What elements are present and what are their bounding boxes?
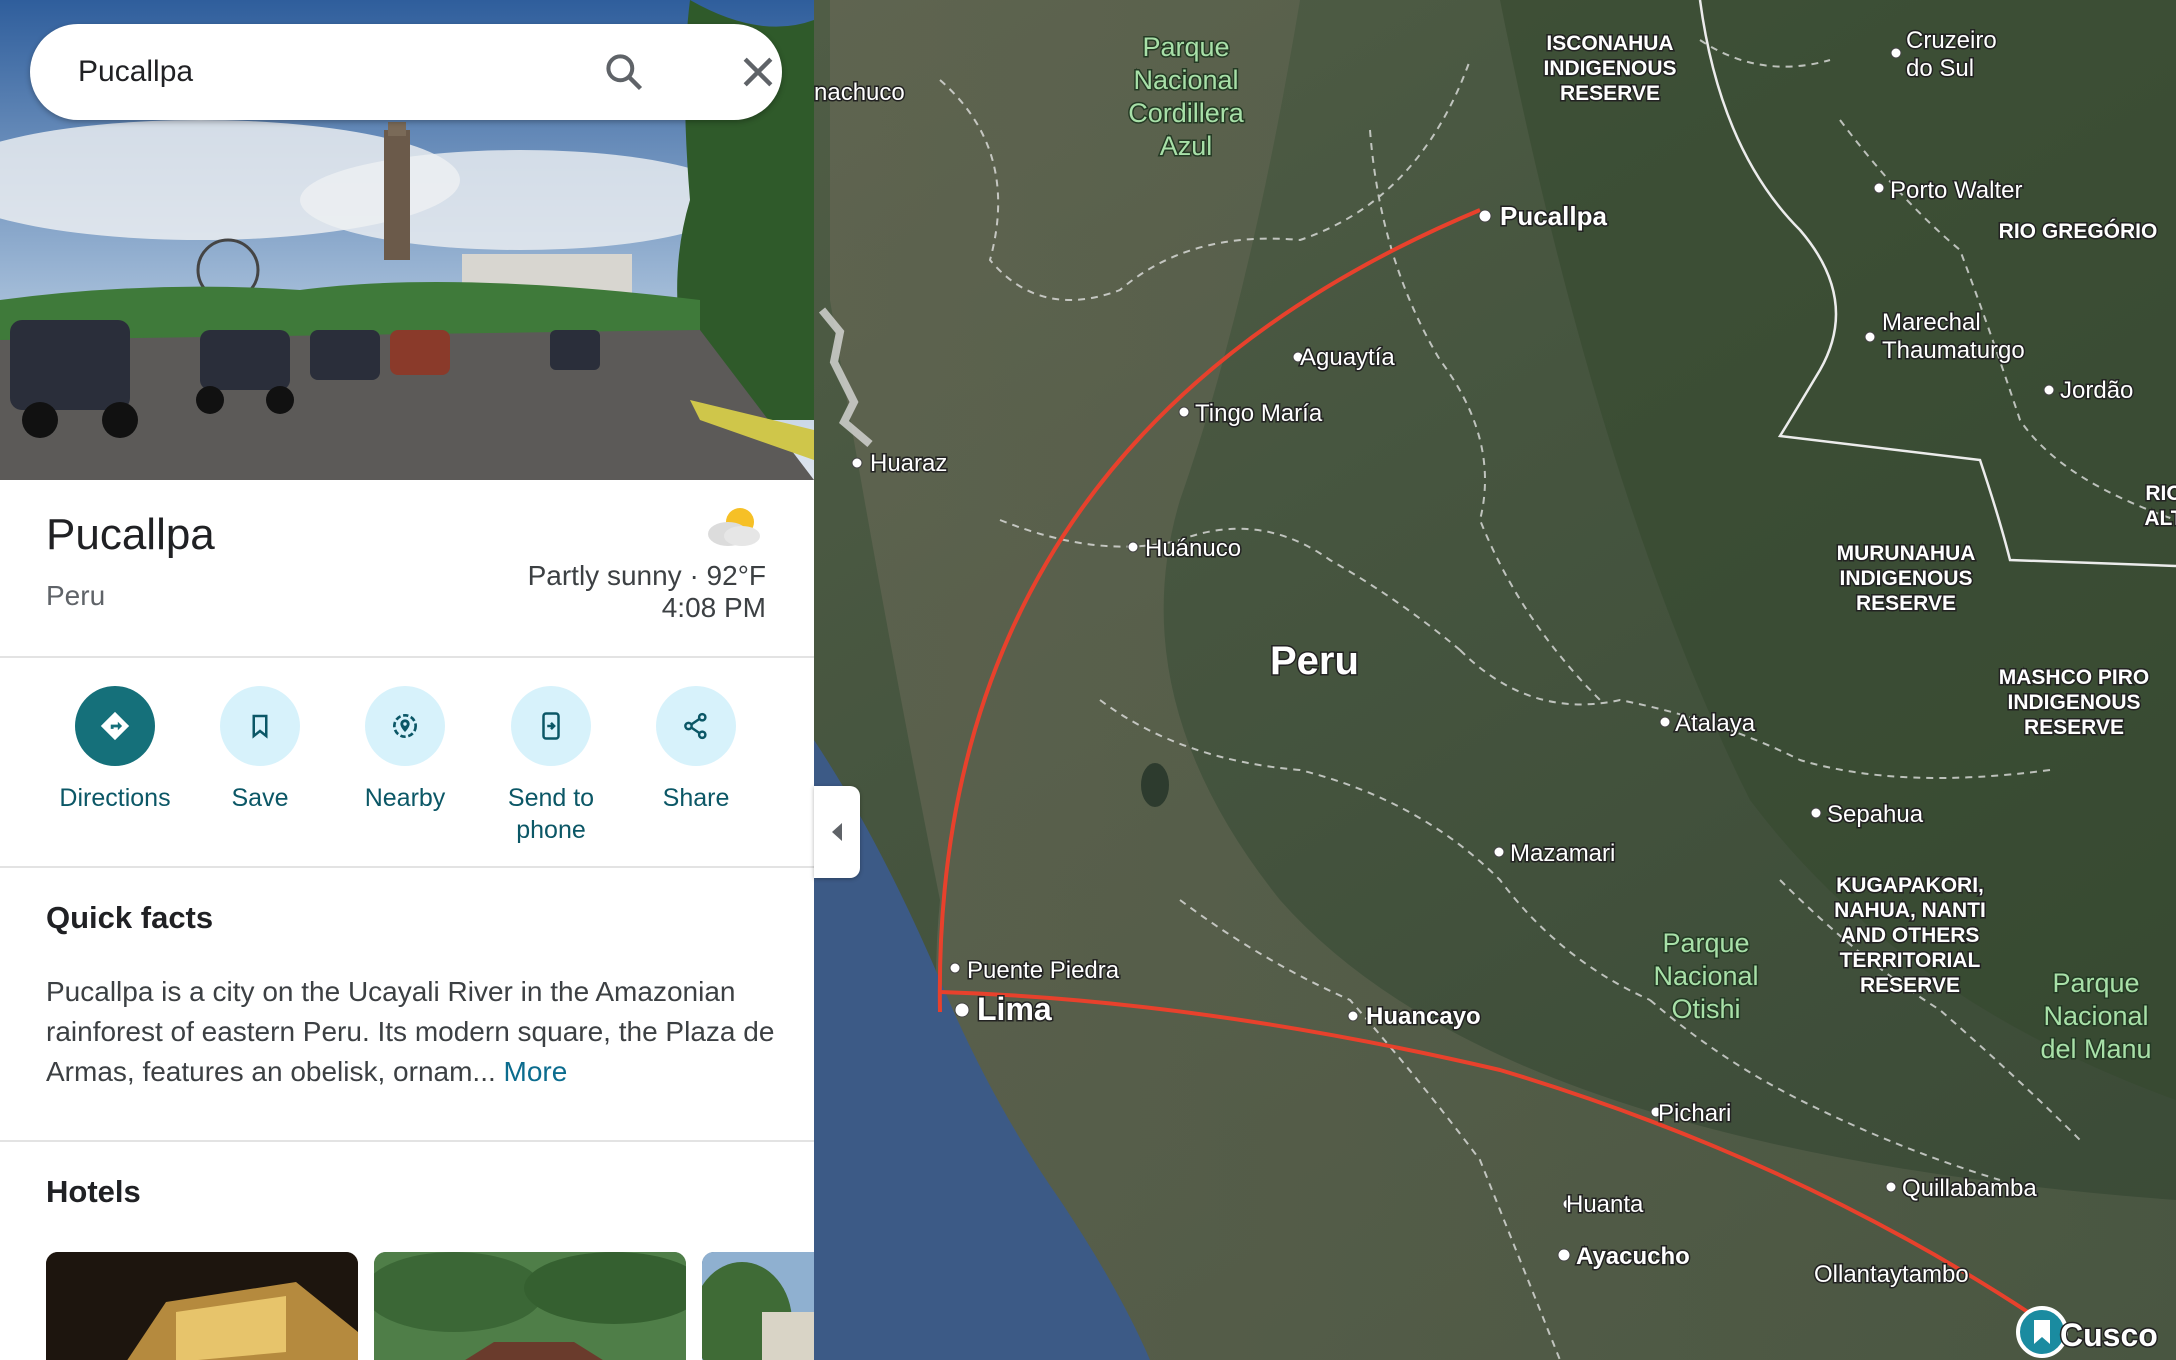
more-link[interactable]: More bbox=[504, 1056, 568, 1087]
search-icon[interactable] bbox=[602, 50, 646, 94]
cusco-pin-icon bbox=[2016, 1306, 2068, 1358]
share-label: Share bbox=[662, 784, 730, 812]
save-label: Save bbox=[231, 784, 289, 812]
map-label-huanuco: Huánuco bbox=[1145, 535, 1241, 562]
map-label-rio-alt: RIO bbox=[2145, 482, 2176, 505]
map-label-tingo-maria: Tingo María bbox=[1195, 400, 1323, 427]
search-box[interactable]: Pucallpa bbox=[30, 24, 782, 120]
save-button[interactable]: Save bbox=[190, 686, 330, 814]
map-label-mashco-piro: MASHCO PIRO bbox=[1999, 666, 2150, 689]
share-button[interactable]: Share bbox=[626, 686, 766, 814]
directions-label: Directions bbox=[59, 784, 171, 812]
map-label-ollantaytambo: Ollantaytambo bbox=[1814, 1261, 1969, 1288]
send-to-phone-button[interactable]: Send to phone bbox=[481, 686, 621, 846]
send-to-phone-label: Send to phone bbox=[507, 784, 595, 844]
divider bbox=[0, 866, 814, 868]
map-label-otishi: Parque bbox=[1662, 928, 1749, 958]
map-label-huaraz: Huaraz bbox=[870, 450, 947, 477]
map-label-murunahua: MURUNAHUA bbox=[1837, 542, 1976, 565]
map-label-cordillera-azul: Parque bbox=[1142, 32, 1229, 62]
map-label-pucallpa: Pucallpa bbox=[1500, 201, 1607, 231]
weather-summary: Partly sunny · 92°F bbox=[527, 560, 766, 591]
svg-text:RESERVE: RESERVE bbox=[1560, 82, 1660, 105]
send-to-phone-icon bbox=[511, 686, 591, 766]
hotel-card[interactable] bbox=[374, 1252, 686, 1360]
svg-text:Nacional: Nacional bbox=[2043, 1001, 2148, 1031]
map-label-puente-piedra: Puente Piedra bbox=[967, 957, 1120, 984]
svg-text:Cordillera: Cordillera bbox=[1128, 98, 1245, 128]
close-icon[interactable] bbox=[736, 50, 780, 94]
map-label-lima: Lima bbox=[977, 991, 1052, 1027]
hotel-card[interactable] bbox=[46, 1252, 358, 1360]
chevron-left-icon bbox=[832, 823, 842, 841]
partly-sunny-icon bbox=[708, 508, 760, 546]
share-icon bbox=[656, 686, 736, 766]
svg-text:AND OTHERS: AND OTHERS bbox=[1841, 924, 1980, 947]
svg-text:Otishi: Otishi bbox=[1671, 994, 1740, 1024]
place-side-panel: Pucallpa Pucallpa Peru Partly sunny · 92… bbox=[0, 0, 814, 1360]
hotel-card[interactable] bbox=[702, 1252, 814, 1360]
map-label-peru: Peru bbox=[1270, 639, 1359, 683]
map-label-thaumaturgo: Thaumaturgo bbox=[1882, 337, 2025, 364]
nearby-label: Nearby bbox=[364, 784, 446, 812]
svg-text:TERRITORIAL: TERRITORIAL bbox=[1840, 949, 1981, 972]
svg-text:INDIGENOUS: INDIGENOUS bbox=[1543, 57, 1676, 80]
quick-facts-heading: Quick facts bbox=[46, 900, 214, 935]
map-label-quillabamba: Quillabamba bbox=[1902, 1175, 2037, 1202]
svg-text:del Manu: del Manu bbox=[2040, 1034, 2151, 1064]
svg-text:NAHUA, NANTI: NAHUA, NANTI bbox=[1834, 899, 1986, 922]
bookmark-icon bbox=[220, 686, 300, 766]
nearby-icon bbox=[365, 686, 445, 766]
map-label-jordao: Jordão bbox=[2060, 377, 2133, 404]
svg-text:INDIGENOUS: INDIGENOUS bbox=[2007, 691, 2140, 714]
svg-text:RESERVE: RESERVE bbox=[2024, 716, 2124, 739]
directions-button[interactable]: Directions bbox=[45, 686, 185, 814]
quick-facts-text: Pucallpa is a city on the Ucayali River … bbox=[46, 972, 776, 1092]
map-label-pichari: Pichari bbox=[1658, 1100, 1731, 1127]
map-label-nachuco: nachuco bbox=[814, 79, 905, 106]
hotel-photo bbox=[702, 1252, 814, 1360]
divider bbox=[0, 656, 814, 658]
map-label-kugapakori: KUGAPAKORI, bbox=[1836, 874, 1984, 897]
map-label-cusco: Cusco bbox=[2060, 1317, 2158, 1353]
svg-text:Nacional: Nacional bbox=[1653, 961, 1758, 991]
collapse-panel-button[interactable] bbox=[814, 786, 860, 878]
map-label-cruzeiro: Cruzeiro bbox=[1906, 27, 1997, 54]
weather-info: Partly sunny · 92°F 4:08 PM bbox=[528, 560, 766, 624]
svg-text:INDIGENOUS: INDIGENOUS bbox=[1839, 567, 1972, 590]
map-label-manu: Parque bbox=[2052, 968, 2139, 998]
local-time: 4:08 PM bbox=[661, 592, 766, 623]
map-label-mazamari: Mazamari bbox=[1510, 840, 1615, 867]
svg-text:Nacional: Nacional bbox=[1133, 65, 1238, 95]
directions-icon bbox=[75, 686, 155, 766]
map-label-porto-walter: Porto Walter bbox=[1890, 177, 2022, 204]
place-title: Pucallpa bbox=[46, 510, 215, 559]
map-label-huancayo: Huancayo bbox=[1366, 1003, 1481, 1030]
hotels-heading: Hotels bbox=[46, 1174, 141, 1209]
map-label-huanta: Huanta bbox=[1566, 1191, 1644, 1218]
svg-text:RESERVE: RESERVE bbox=[1860, 974, 1960, 997]
map-label-rio-gregorio: RIO GREGÓRIO bbox=[1999, 219, 2158, 243]
map-label-sepahua: Sepahua bbox=[1827, 801, 1924, 828]
quick-facts-body: Pucallpa is a city on the Ucayali River … bbox=[46, 976, 775, 1087]
svg-text:ALT: ALT bbox=[2144, 507, 2176, 530]
svg-text:RESERVE: RESERVE bbox=[1856, 592, 1956, 615]
map-label-atalaya: Atalaya bbox=[1675, 710, 1756, 737]
hotel-photo bbox=[46, 1252, 358, 1360]
map-label-isconahua: ISCONAHUA bbox=[1546, 32, 1673, 55]
map-label-do-sul: do Sul bbox=[1906, 55, 1974, 82]
map-label-aguaytia: Aguaytía bbox=[1300, 344, 1395, 371]
hotel-photo bbox=[374, 1252, 686, 1360]
nearby-button[interactable]: Nearby bbox=[335, 686, 475, 814]
place-country: Peru bbox=[46, 580, 106, 611]
svg-text:Azul: Azul bbox=[1160, 131, 1213, 161]
map-label-ayacucho: Ayacucho bbox=[1576, 1243, 1690, 1270]
map-label-marechal: Marechal bbox=[1882, 309, 1981, 336]
search-input[interactable]: Pucallpa bbox=[78, 24, 193, 120]
divider bbox=[0, 1140, 814, 1142]
